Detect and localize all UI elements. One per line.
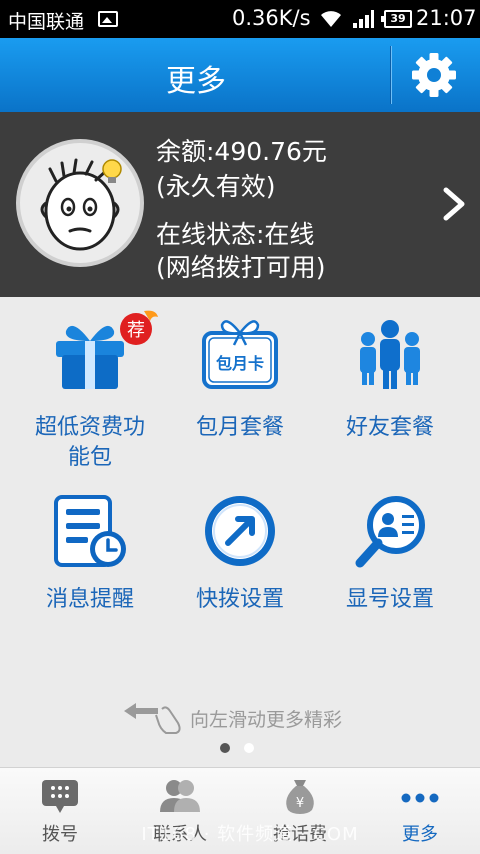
tile-label: 好友套餐 bbox=[345, 415, 434, 440]
tile-label: 超低资费功 bbox=[34, 415, 145, 440]
wifi-icon bbox=[321, 11, 341, 27]
message-reminder-icon bbox=[54, 495, 126, 567]
nav-more[interactable]: 更多 bbox=[360, 768, 480, 854]
tile-caller-id[interactable]: 显号设置 bbox=[310, 489, 470, 619]
nav-label: 抢话费 bbox=[273, 824, 327, 845]
page-dot-active bbox=[220, 743, 230, 753]
money-bag-icon: ¥ bbox=[286, 780, 314, 814]
tile-monthly-plan[interactable]: 包月卡 包月套餐 bbox=[160, 307, 320, 467]
nav-label: 联系人 bbox=[153, 824, 207, 845]
signal-icon bbox=[353, 10, 374, 28]
recommend-badge-icon: 荐 bbox=[120, 310, 158, 345]
carrier-name: 中国联通 bbox=[8, 11, 85, 33]
swipe-hint: 向左滑动更多精彩 bbox=[120, 699, 380, 735]
tile-label: 包月套餐 bbox=[195, 415, 284, 440]
balance-text: 余额:490.76元 bbox=[156, 137, 327, 166]
chevron-right-icon[interactable] bbox=[440, 186, 468, 222]
bottom-nav: 拨号 联系人 ¥ 抢话费 更多 IT168 · 软件频道 · COM bbox=[0, 767, 480, 854]
clock: 21:07 bbox=[416, 6, 477, 30]
image-notification-icon bbox=[98, 11, 118, 27]
nav-label: 拨号 bbox=[42, 824, 78, 845]
more-dots-icon bbox=[401, 793, 439, 803]
call-status-text: (网络拨打可用) bbox=[156, 253, 326, 282]
page-title: 更多 bbox=[166, 64, 226, 99]
cartoon-face-icon bbox=[40, 158, 122, 251]
network-speed: 0.36K/s bbox=[232, 6, 311, 30]
caller-id-icon bbox=[355, 496, 425, 568]
friends-icon bbox=[360, 320, 420, 389]
tile-label: 能包 bbox=[67, 445, 112, 470]
status-bar: 中国联通 0.36K/s 39 21:07 bbox=[0, 0, 480, 38]
tile-label: 快拨设置 bbox=[195, 587, 284, 612]
feature-grid: 荐 超低资费功 能包 包月卡 包月套餐 好友套餐 消息提醒 快拨设置 显号设置 … bbox=[0, 297, 480, 767]
speed-dial-icon bbox=[205, 496, 275, 566]
swipe-hand-icon bbox=[124, 703, 181, 734]
nav-grab-credit[interactable]: ¥ 抢话费 bbox=[240, 768, 360, 854]
nav-dial[interactable]: 拨号 bbox=[0, 768, 120, 854]
nav-contacts[interactable]: 联系人 bbox=[120, 768, 240, 854]
swipe-hint-text: 向左滑动更多精彩 bbox=[190, 709, 343, 731]
avatar[interactable] bbox=[16, 139, 144, 267]
page-indicator bbox=[220, 743, 260, 755]
svg-text:¥: ¥ bbox=[296, 796, 304, 811]
tile-label: 显号设置 bbox=[345, 587, 434, 612]
online-status-text: 在线状态:在线 bbox=[156, 220, 315, 249]
recommend-badge-text: 荐 bbox=[127, 320, 145, 341]
header-divider bbox=[391, 46, 392, 104]
tile-friends-plan[interactable]: 好友套餐 bbox=[310, 307, 470, 467]
tile-speed-dial[interactable]: 快拨设置 bbox=[160, 489, 320, 619]
gear-icon[interactable] bbox=[408, 50, 460, 100]
card-text: 包月卡 bbox=[216, 354, 264, 373]
tile-message-reminder[interactable]: 消息提醒 bbox=[10, 489, 170, 619]
tile-label: 消息提醒 bbox=[45, 587, 134, 612]
contacts-icon bbox=[160, 780, 200, 812]
nav-label: 更多 bbox=[402, 824, 438, 845]
account-panel[interactable]: 余额:490.76元 (永久有效) 在线状态:在线 (网络拨打可用) bbox=[0, 112, 480, 297]
dialpad-icon bbox=[42, 780, 78, 813]
validity-text: (永久有效) bbox=[156, 172, 276, 201]
monthly-card-icon: 包月卡 bbox=[202, 320, 278, 389]
tile-low-rate-package[interactable]: 荐 超低资费功 能包 bbox=[10, 307, 170, 470]
battery-icon: 39 bbox=[381, 10, 412, 28]
title-bar: 更多 bbox=[0, 38, 480, 112]
page-dot bbox=[244, 743, 254, 753]
